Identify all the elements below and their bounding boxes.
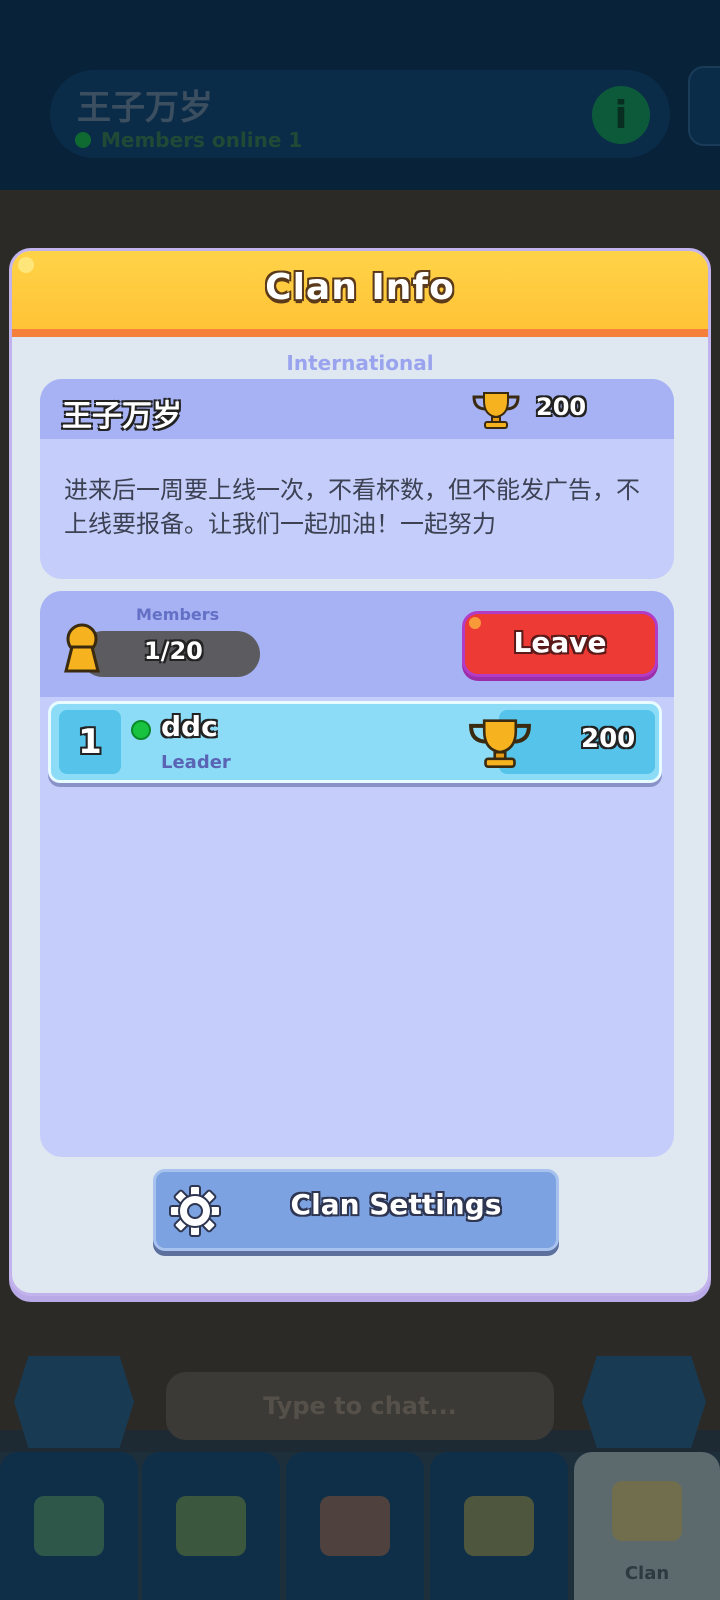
member-row[interactable]: 1 ddc Leader 200 <box>48 701 662 783</box>
leave-corner-dot <box>469 617 481 629</box>
tower-icon <box>176 1496 246 1556</box>
online-indicator-icon <box>75 132 91 148</box>
clan-info-modal: Clan Info International 王子万岁 200 进来后一周要上… <box>9 248 711 1296</box>
clan-settings-button[interactable]: Clan Settings <box>153 1169 559 1251</box>
trophy-icon <box>469 719 531 768</box>
member-trophy-count: 200 <box>581 724 636 754</box>
clan-summary-card: 王子万岁 200 进来后一周要上线一次，不看杯数，但不能发广告，不上线要报备。让… <box>40 379 674 579</box>
members-panel: Members 1/20 Leave 1 ddc Leader 200 <box>40 591 674 1157</box>
modal-header: Clan Info <box>12 251 708 337</box>
swords-icon <box>320 1496 390 1556</box>
member-rank: 1 <box>59 710 121 774</box>
chat-input[interactable]: Type to chat... <box>166 1372 554 1440</box>
info-button[interactable]: i <box>592 86 650 144</box>
nav-tab-cards[interactable] <box>142 1452 280 1600</box>
members-count: 1/20 <box>144 637 203 665</box>
clan-trophy-count: 200 <box>536 393 587 421</box>
member-name: ddc <box>161 710 218 743</box>
nav-tab-shop[interactable] <box>0 1452 138 1600</box>
member-role: Leader <box>161 752 231 773</box>
members-online-status: Members online 1 <box>75 128 302 152</box>
side-menu-button[interactable] <box>688 66 720 146</box>
members-label: Members <box>136 605 220 624</box>
member-keyhole-icon <box>64 623 100 673</box>
clan-settings-label: Clan Settings <box>290 1188 502 1221</box>
leave-button[interactable]: Leave <box>462 611 658 677</box>
podium-icon <box>464 1496 534 1556</box>
clan-war-skull-button[interactable] <box>14 1356 134 1448</box>
modal-title: Clan Info <box>265 267 455 308</box>
background-clan-name: 王子万岁 <box>77 88 213 128</box>
clan-description: 进来后一周要上线一次，不看杯数，但不能发广告，不上线要报备。让我们一起加油！一起… <box>64 476 640 538</box>
leave-button-label: Leave <box>513 626 607 659</box>
gear-icon <box>169 1185 221 1237</box>
shop-icon <box>34 1496 104 1556</box>
clan-name: 王子万岁 <box>62 399 182 434</box>
nav-tab-clan[interactable]: Clan <box>574 1452 720 1600</box>
nav-tab-events[interactable] <box>430 1452 568 1600</box>
nav-tab-clan-label: Clan <box>624 1563 670 1584</box>
clan-house-button[interactable] <box>582 1356 706 1448</box>
nav-tab-battle[interactable] <box>286 1452 424 1600</box>
members-online-text: Members online 1 <box>101 128 303 152</box>
trophy-icon <box>472 392 520 429</box>
online-status-icon <box>131 720 151 740</box>
clan-shield-icon <box>612 1481 682 1541</box>
clan-region: International <box>286 351 434 375</box>
